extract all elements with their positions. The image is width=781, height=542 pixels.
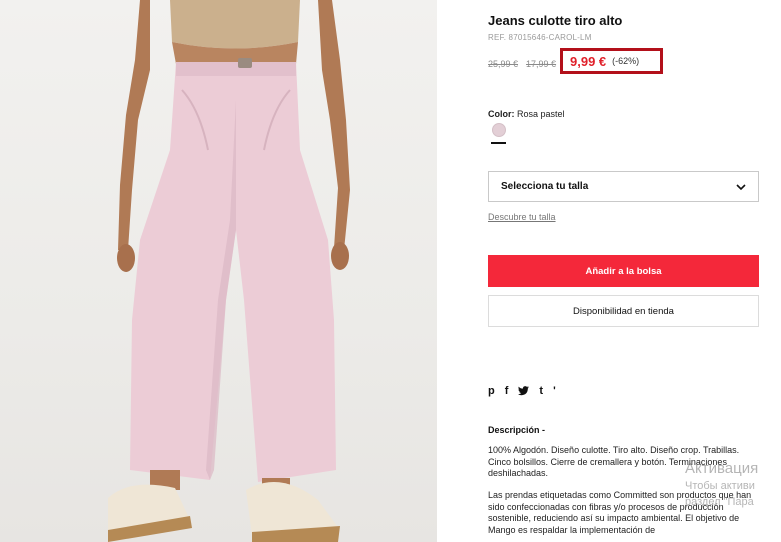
product-reference: REF. 87015646-CAROL-LM: [488, 33, 592, 42]
size-select-dropdown[interactable]: Selecciona tu talla: [488, 171, 759, 202]
windows-activation-watermark: Активация Чтобы активи раздел "Пара: [685, 460, 781, 510]
pinterest-icon[interactable]: p: [488, 385, 495, 397]
description-toggle[interactable]: Descripción -: [488, 425, 545, 435]
chevron-down-icon: [736, 183, 746, 190]
product-image[interactable]: [0, 0, 437, 542]
price-row: 25,99 € 17,99 € 9,99 € (-62%): [488, 48, 663, 74]
discount-badge: (-62%): [612, 56, 640, 66]
twitter-icon[interactable]: [518, 386, 530, 396]
product-title: Jeans culotte tiro alto: [488, 13, 623, 28]
watermark-line-3: раздел "Пара: [685, 496, 754, 508]
sale-price-highlight: 9,99 € (-62%): [560, 48, 663, 74]
color-value: Rosa pastel: [517, 109, 565, 119]
watermark-line-1: Активация: [685, 460, 759, 477]
watermark-line-2: Чтобы активи: [685, 480, 755, 492]
store-availability-button[interactable]: Disponibilidad en tienda: [488, 295, 759, 327]
color-swatch-rosa-pastel[interactable]: [492, 123, 506, 137]
sale-price: 9,99 €: [570, 53, 607, 69]
tumblr-icon[interactable]: t: [539, 385, 543, 397]
add-to-bag-button[interactable]: Añadir a la bolsa: [488, 255, 759, 287]
facebook-icon[interactable]: f: [505, 385, 509, 397]
original-price: 25,99 €: [488, 59, 519, 69]
size-select-label: Selecciona tu talla: [501, 181, 589, 192]
size-guide-link[interactable]: Descubre tu talla: [488, 212, 556, 222]
color-label-prefix: Color:: [488, 109, 515, 119]
more-share-icon[interactable]: ': [553, 385, 556, 397]
product-photo-illustration: [108, 0, 350, 542]
social-share-bar: p f t ': [488, 385, 556, 397]
selected-swatch-indicator: [491, 142, 506, 144]
color-label: Color: Rosa pastel: [488, 109, 565, 119]
previous-price: 17,99 €: [526, 59, 557, 69]
